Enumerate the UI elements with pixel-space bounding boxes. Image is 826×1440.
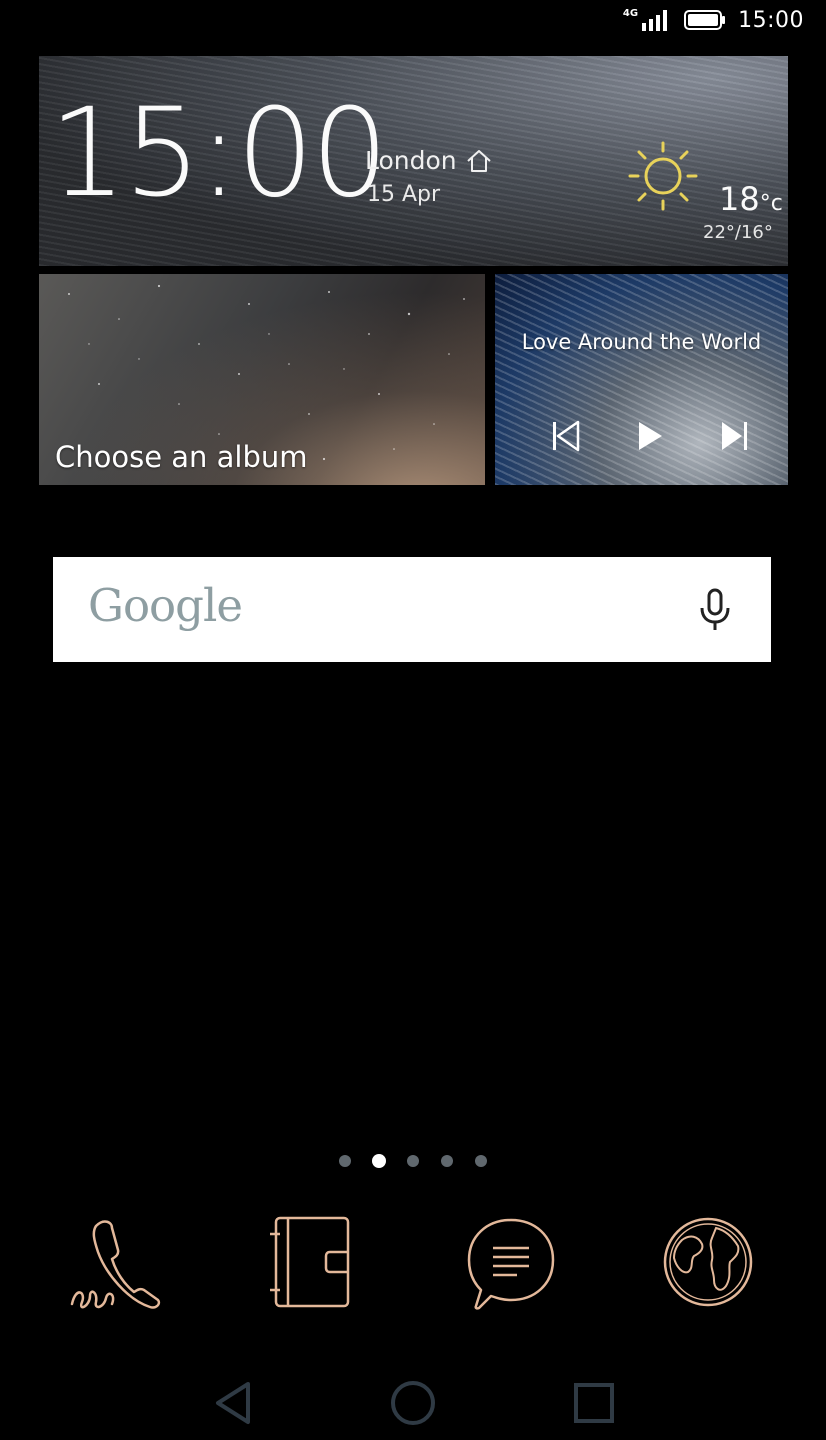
status-time: 15:00 xyxy=(738,7,804,33)
temperature-range: 22°/16° xyxy=(703,222,773,243)
previous-icon[interactable] xyxy=(550,419,582,453)
status-icons: 4G 15:00 xyxy=(623,6,804,34)
song-title: Love Around the World xyxy=(521,330,762,354)
google-search-bar[interactable]: Google xyxy=(53,557,771,662)
location-row[interactable]: London xyxy=(365,146,493,175)
page-dot[interactable] xyxy=(441,1155,453,1167)
phone-icon[interactable] xyxy=(68,1214,164,1314)
microphone-icon[interactable] xyxy=(697,587,733,633)
sun-icon xyxy=(628,141,698,211)
network-type: 4G xyxy=(622,7,639,19)
album-widget[interactable]: Choose an album xyxy=(39,274,485,485)
weather-clock-widget[interactable]: 15:00 London 15 Apr 18°c 22°/16° xyxy=(39,56,788,266)
google-logo[interactable]: Google xyxy=(88,579,243,632)
signal-icon xyxy=(642,10,668,31)
temperature-value: 18 xyxy=(719,180,760,218)
home-icon[interactable] xyxy=(388,1378,438,1428)
recents-icon[interactable] xyxy=(569,1378,619,1428)
temperature-unit: °c xyxy=(759,191,783,216)
album-label: Choose an album xyxy=(55,440,308,474)
page-dot-active[interactable] xyxy=(372,1154,386,1168)
home-location-icon xyxy=(466,149,491,172)
music-controls xyxy=(495,419,788,453)
date-label: 15 Apr xyxy=(367,182,441,207)
next-icon[interactable] xyxy=(718,419,750,453)
battery-icon xyxy=(684,10,726,30)
messages-icon[interactable] xyxy=(463,1214,559,1314)
status-bar: 4G 15:00 xyxy=(0,0,826,40)
globe-icon[interactable] xyxy=(660,1214,756,1314)
page-dot[interactable] xyxy=(339,1155,351,1167)
play-icon[interactable] xyxy=(635,419,665,453)
current-temperature: 18°c xyxy=(719,180,783,218)
contacts-icon[interactable] xyxy=(266,1214,362,1314)
page-dot[interactable] xyxy=(407,1155,419,1167)
page-indicator[interactable] xyxy=(339,1153,489,1169)
city-name: London xyxy=(365,146,457,175)
page-dot[interactable] xyxy=(475,1155,487,1167)
music-widget[interactable]: Love Around the World xyxy=(495,274,788,485)
back-icon[interactable] xyxy=(210,1378,260,1428)
clock-time[interactable]: 15:00 xyxy=(49,92,389,214)
